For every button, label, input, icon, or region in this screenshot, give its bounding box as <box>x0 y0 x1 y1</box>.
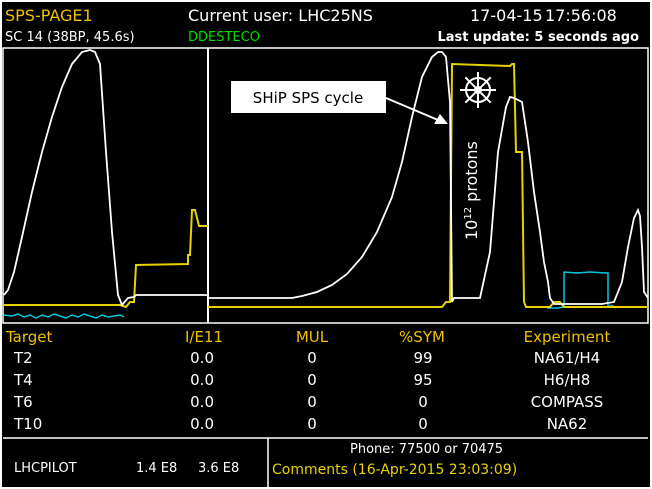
last-update: Last update: 5 seconds ago <box>437 30 639 45</box>
table-row: T2 0.0 0 99 NA61/H4 <box>13 349 600 367</box>
row-ie11: 0.0 <box>190 349 214 367</box>
current-user: Current user: LHC25NS <box>188 6 373 25</box>
table-row: T6 0.0 0 0 COMPASS <box>13 393 603 411</box>
cycle-info: SC 14 (38BP, 45.6s) <box>5 30 135 45</box>
row-target: T2 <box>13 349 33 367</box>
row-target: T6 <box>13 393 33 411</box>
page-name: SPS-PAGE1 <box>5 6 93 25</box>
row-sym: 0 <box>418 393 428 411</box>
col-header-mul: MUL <box>296 328 329 346</box>
row-ie11: 0.0 <box>190 371 214 389</box>
table-row: T4 0.0 0 95 H6/H8 <box>13 371 590 389</box>
col-header-sym: %SYM <box>399 328 445 346</box>
col-header-experiment: Experiment <box>524 328 611 346</box>
row-sym: 95 <box>413 371 432 389</box>
header-time: 17:56:08 <box>545 6 617 25</box>
yellow-trace-left <box>4 209 208 309</box>
pilot-value-2: 3.6 E8 <box>198 461 239 476</box>
pilot-name: LHCPILOT <box>14 461 77 476</box>
protons-label: 1012 protons <box>462 141 481 240</box>
comments-link[interactable]: Comments (16-Apr-2015 23:03:09) <box>272 462 517 478</box>
callout-label: SHiP SPS cycle <box>253 89 363 107</box>
cyan-trace-left <box>3 313 125 319</box>
display-canvas: SPS-PAGE1 Current user: LHC25NS 17-04-15… <box>2 6 649 487</box>
row-sym: 0 <box>418 415 428 433</box>
pilot-value-1: 1.4 E8 <box>136 461 177 476</box>
row-sym: 99 <box>413 349 432 367</box>
row-experiment: COMPASS <box>531 393 604 411</box>
row-mul: 0 <box>307 371 317 389</box>
header-date: 17-04-15 <box>470 6 543 25</box>
row-mul: 0 <box>307 349 317 367</box>
phone-text: Phone: 77500 or 70475 <box>350 442 503 457</box>
row-experiment: NA62 <box>547 415 588 433</box>
ship-wheel-icon <box>460 72 496 108</box>
row-mul: 0 <box>307 415 317 433</box>
row-experiment: H6/H8 <box>544 371 591 389</box>
table-row: T10 0.0 0 0 NA62 <box>13 415 587 433</box>
row-ie11: 0.0 <box>190 393 214 411</box>
row-target: T4 <box>13 371 33 389</box>
col-header-target: Target <box>5 328 53 346</box>
sps-page-screen: SPS-PAGE1 Current user: LHC25NS 17-04-15… <box>0 0 652 489</box>
white-trace-left <box>3 49 208 307</box>
col-header-ie11: I/E11 <box>185 328 223 346</box>
row-experiment: NA61/H4 <box>534 349 600 367</box>
row-ie11: 0.0 <box>190 415 214 433</box>
row-target: T10 <box>13 415 42 433</box>
row-mul: 0 <box>307 393 317 411</box>
status-text: DDESTECO <box>188 30 260 45</box>
